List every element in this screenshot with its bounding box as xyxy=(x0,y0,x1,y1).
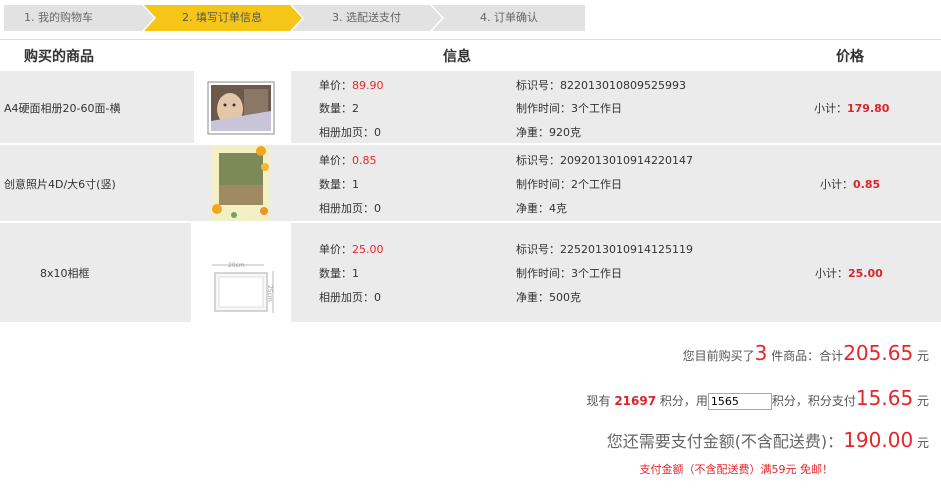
id-label: 标识号： xyxy=(516,79,560,92)
free-shipping-note: 支付金额（不含配送费）满59元 免邮！ xyxy=(639,463,834,476)
points-amount: 15.65 xyxy=(855,386,914,410)
photo-album-image xyxy=(207,81,275,135)
product-thumbnail[interactable] xyxy=(194,71,291,143)
subtotal: 小计：179.80 xyxy=(814,100,889,116)
order-item-row: A4硬面相册20-60面-横 单价：89.90 数量：2 相册加页：0 标识号：… xyxy=(0,71,941,143)
id-label: 标识号： xyxy=(516,154,560,167)
count-prefix: 您目前购买了 xyxy=(682,349,755,363)
weight-label: 净重： xyxy=(516,202,549,215)
item-id: 2092013010914220147 xyxy=(560,154,693,167)
quantity: 2 xyxy=(352,102,359,115)
production-time: 3个工作日 xyxy=(571,102,622,115)
production-time: 3个工作日 xyxy=(571,267,622,280)
subtotal: 小计：0.85 xyxy=(820,176,880,192)
subtotal-label: 小计： xyxy=(820,178,853,191)
order-item-row: 8x10相框 20cm 25cm 单价：25.00 数量：1 相册加页：0 标识… xyxy=(0,223,941,322)
id-label: 标识号： xyxy=(516,243,560,256)
step-order-info-active: 2. 填写订单信息 xyxy=(144,5,302,31)
item-id: 822013010809525993 xyxy=(560,79,686,92)
extra-pages-label: 相册加页： xyxy=(319,126,374,139)
photo-frame-image: 20cm 25cm xyxy=(212,262,274,313)
production-time: 2个工作日 xyxy=(571,178,622,191)
extra-pages-label: 相册加页： xyxy=(319,202,374,215)
column-header-info: 信息 xyxy=(443,49,471,65)
currency-unit: 元 xyxy=(913,394,929,408)
checkout-steps: 1. 我的购物车 3. 选配送支付 4. 订单确认 2. 填写订单信息 xyxy=(4,5,585,31)
product-thumbnail[interactable] xyxy=(194,145,291,221)
quantity-label: 数量： xyxy=(319,178,352,191)
product-name: A4硬面相册20-60面-横 xyxy=(4,102,121,115)
weight: 500克 xyxy=(549,291,581,304)
extra-pages-label: 相册加页： xyxy=(319,291,374,304)
points-suffix: 积分，积分支付 xyxy=(771,394,856,408)
subtotal-value: 0.85 xyxy=(853,178,881,191)
extra-pages: 0 xyxy=(374,126,381,139)
quantity: 1 xyxy=(352,178,359,191)
extra-pages: 0 xyxy=(374,291,381,304)
amount-due-label: 您还需要支付金额(不含配送费)： xyxy=(606,432,844,451)
column-header-product: 购买的商品 xyxy=(24,49,94,65)
amount-due-line: 您还需要支付金额(不含配送费)：190.00 元 xyxy=(607,428,929,452)
unit-price: 25.00 xyxy=(352,243,384,256)
weight-label: 净重： xyxy=(516,126,549,139)
count-suffix: 件商品：合计 xyxy=(767,349,844,363)
product-name: 创意照片4D/大6寸(竖) xyxy=(4,178,116,191)
step-cart[interactable]: 1. 我的购物车 xyxy=(4,5,154,31)
item-id: 2252013010914125119 xyxy=(560,243,693,256)
step-shipping-payment: 3. 选配送支付 xyxy=(292,5,442,31)
weight: 4克 xyxy=(549,202,567,215)
product-name: 8x10相框 xyxy=(40,267,90,280)
item-count: 3 xyxy=(754,341,768,365)
subtotal-label: 小计： xyxy=(814,102,847,115)
svg-text:20cm: 20cm xyxy=(228,262,245,269)
unit-price: 0.85 xyxy=(352,154,377,167)
unit-price-label: 单价： xyxy=(319,243,352,256)
currency-unit: 元 xyxy=(913,436,929,450)
subtotal: 小计：25.00 xyxy=(815,265,883,281)
production-time-label: 制作时间： xyxy=(516,178,571,191)
amount-due: 190.00 xyxy=(843,428,914,452)
unit-price-label: 单价： xyxy=(319,79,352,92)
production-time-label: 制作时间： xyxy=(516,267,571,280)
points-balance: 21697 xyxy=(614,394,657,408)
weight-label: 净重： xyxy=(516,291,549,304)
quantity: 1 xyxy=(352,267,359,280)
order-item-row: 创意照片4D/大6寸(竖) 单价：0.85 数量：1 相册加页：0 标识号：20… xyxy=(0,145,941,221)
points-used-input[interactable] xyxy=(707,393,772,410)
order-total: 205.65 xyxy=(843,341,914,365)
subtotal-label: 小计： xyxy=(815,267,848,280)
points-line: 现有 21697 积分，用 积分，积分支付15.65 元 xyxy=(586,386,929,410)
step-confirm: 4. 订单确认 xyxy=(432,5,585,31)
product-thumbnail[interactable]: 20cm 25cm xyxy=(191,223,291,322)
quantity-label: 数量： xyxy=(319,267,352,280)
points-prefix: 现有 xyxy=(586,394,615,408)
weight: 920克 xyxy=(549,126,581,139)
quantity-label: 数量： xyxy=(319,102,352,115)
column-header-price: 价格 xyxy=(836,49,864,65)
unit-price-label: 单价： xyxy=(319,154,352,167)
points-mid-text: 积分，用 xyxy=(656,394,708,408)
unit-price: 89.90 xyxy=(352,79,384,92)
divider xyxy=(0,39,941,40)
extra-pages: 0 xyxy=(374,202,381,215)
order-total-line: 您目前购买了3 件商品：合计205.65 元 xyxy=(683,341,929,365)
currency-unit: 元 xyxy=(913,349,929,363)
svg-text:25cm: 25cm xyxy=(266,285,273,302)
production-time-label: 制作时间： xyxy=(516,102,571,115)
subtotal-value: 179.80 xyxy=(847,102,890,115)
subtotal-value: 25.00 xyxy=(848,267,883,280)
creative-photo-image xyxy=(212,145,270,221)
